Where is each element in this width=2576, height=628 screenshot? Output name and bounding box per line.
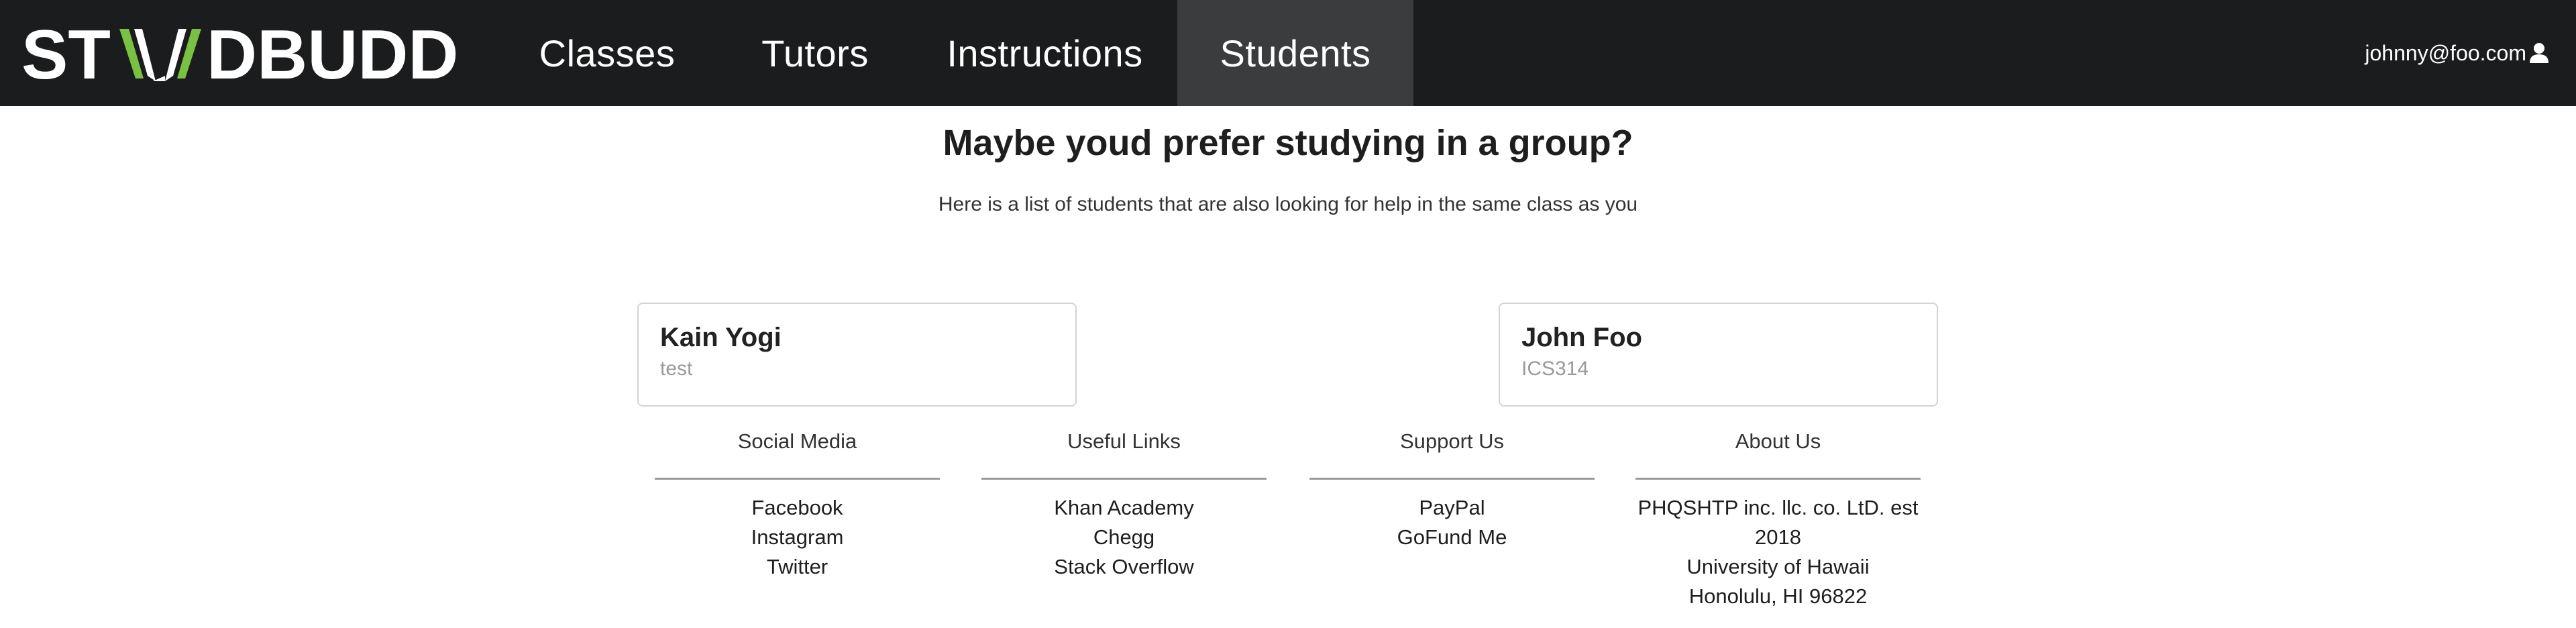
khan-academy-link[interactable]: Khan Academy	[981, 493, 1267, 523]
logo-graphic: ST DBUDD	[21, 19, 459, 87]
user-icon	[2529, 42, 2549, 64]
nav-menu: Classes Tutors Instructions Students	[496, 0, 1413, 106]
page-title: Maybe youd prefer studying in a group?	[943, 123, 1633, 163]
footer-column-support-us: Support Us PayPal GoFund Me	[1309, 427, 1595, 552]
nav-item-students[interactable]: Students	[1177, 0, 1413, 106]
user-email: johnny@foo.com	[2365, 40, 2526, 65]
footer-column-useful-links: Useful Links Khan Academy Chegg Stack Ov…	[981, 427, 1267, 582]
facebook-link[interactable]: Facebook	[655, 493, 940, 523]
student-name: John Foo	[1521, 323, 1642, 352]
gofundme-link[interactable]: GoFund Me	[1309, 523, 1595, 552]
footer-heading: Useful Links	[1067, 429, 1181, 453]
footer-column-about-us: About Us PHQSHTP inc. llc. co. LtD. est …	[1635, 427, 1921, 611]
footer-heading: About Us	[1735, 429, 1821, 453]
university-name: University of Hawaii	[1686, 555, 1870, 578]
company-name: PHQSHTP inc. llc. co. LtD. est 2018	[1638, 496, 1919, 549]
top-navbar: ST DBUDD Classes Tutors Instructions Stu…	[0, 0, 2576, 106]
student-class: ICS314	[1521, 358, 1589, 380]
user-menu[interactable]: johnny@foo.com	[2365, 0, 2549, 106]
page-subtitle: Here is a list of students that are also…	[938, 193, 1638, 215]
chegg-link[interactable]: Chegg	[981, 523, 1267, 552]
nav-item-classes[interactable]: Classes	[496, 0, 718, 106]
svg-text:DBUDD: DBUDD	[207, 19, 459, 87]
twitter-link[interactable]: Twitter	[655, 552, 940, 582]
footer-column-social-media: Social Media Facebook Instagram Twitter	[655, 427, 940, 582]
footer-divider	[1309, 478, 1595, 480]
footer-heading: Support Us	[1399, 429, 1505, 453]
svg-text:ST: ST	[21, 19, 111, 87]
nav-item-tutors[interactable]: Tutors	[718, 0, 912, 106]
footer-heading: Social Media	[737, 429, 857, 453]
student-name: Kain Yogi	[660, 323, 782, 352]
studbudd-logo[interactable]: ST DBUDD	[0, 0, 496, 106]
footer-divider	[655, 478, 940, 480]
stack-overflow-link[interactable]: Stack Overflow	[981, 552, 1267, 582]
student-card[interactable]: Kain Yogi test	[637, 303, 1077, 407]
student-card[interactable]: John Foo ICS314	[1499, 303, 1938, 407]
address-text: Honolulu, HI 96822	[1688, 584, 1868, 608]
footer-divider	[1635, 478, 1921, 480]
student-class: test	[660, 358, 693, 380]
footer-divider	[981, 478, 1267, 480]
nav-item-instructions[interactable]: Instructions	[912, 0, 1177, 106]
instagram-link[interactable]: Instagram	[655, 523, 940, 552]
paypal-link[interactable]: PayPal	[1309, 493, 1595, 523]
